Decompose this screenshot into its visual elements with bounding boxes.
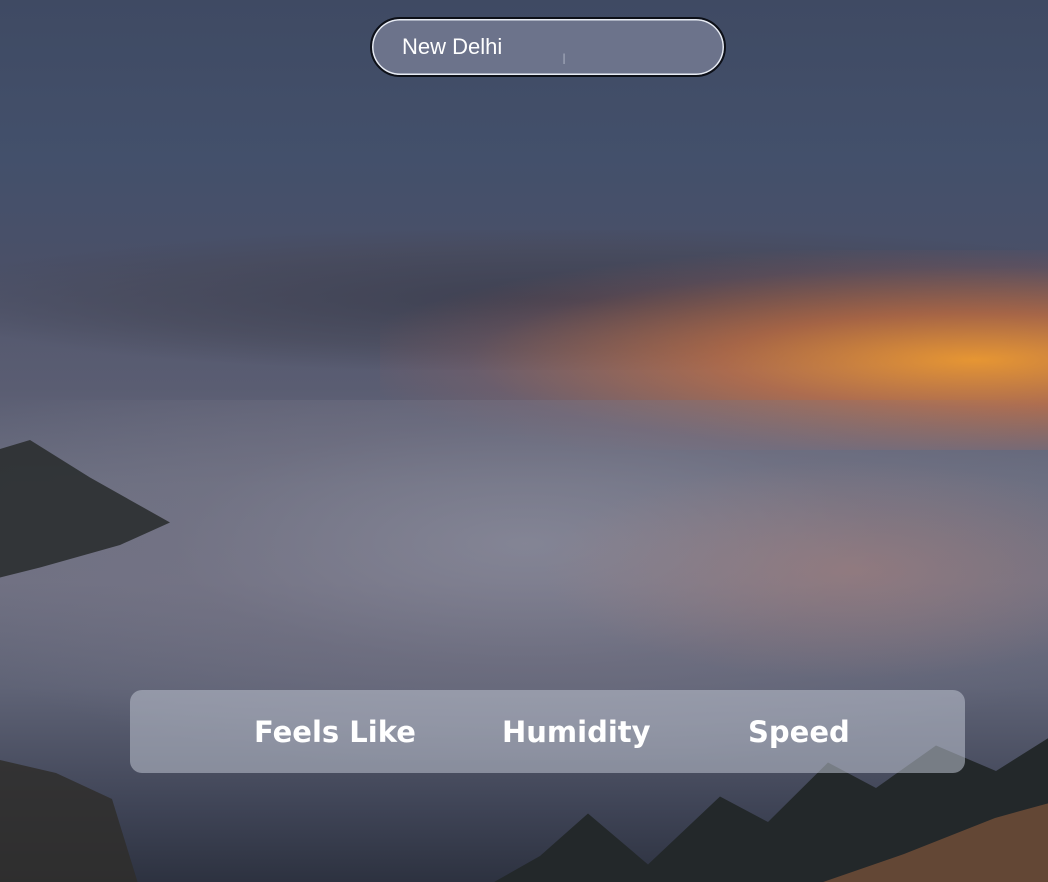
weather-stats-panel: Feels Like Humidity Speed: [130, 690, 965, 773]
left-trees: [0, 760, 140, 882]
humidity-label: Humidity: [502, 715, 651, 749]
feels-like-label: Feels Like: [254, 715, 416, 749]
weather-app: I Feels Like Humidity Speed: [0, 0, 1048, 882]
speed-label: Speed: [748, 715, 850, 749]
location-search-box[interactable]: I: [370, 17, 726, 77]
location-search-input[interactable]: [402, 29, 702, 65]
text-cursor-icon: I: [562, 52, 567, 68]
warm-cloud-glow: [540, 460, 1048, 680]
